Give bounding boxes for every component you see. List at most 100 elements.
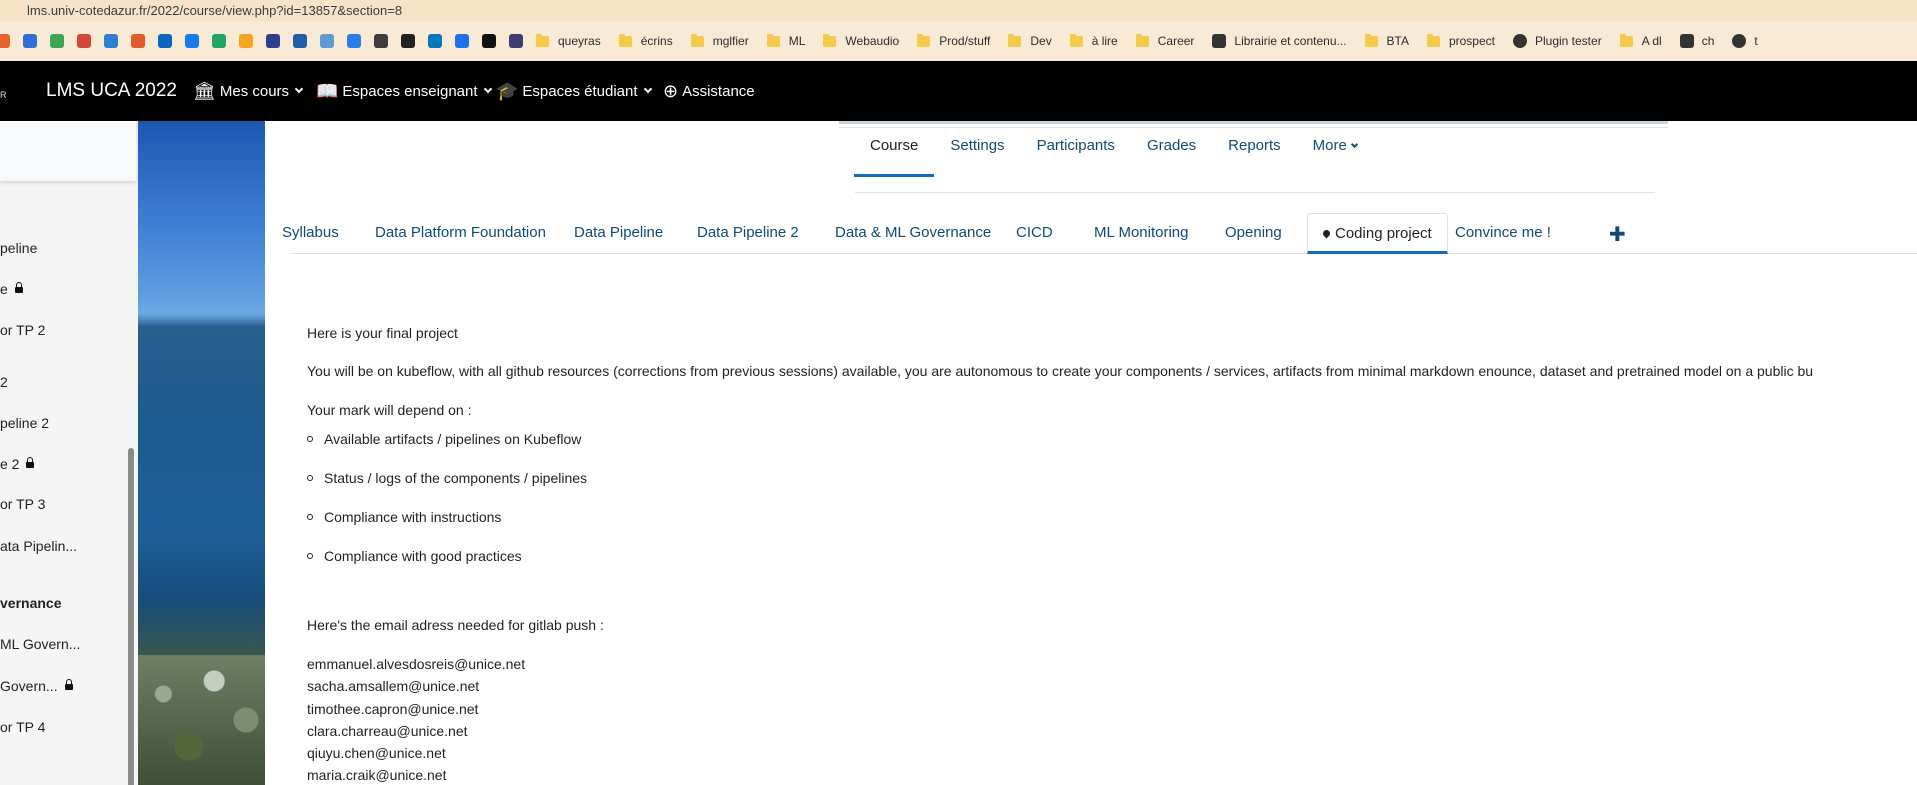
course-index-item[interactable]: 2 [0, 374, 8, 390]
bookmark-9[interactable]: Career [1135, 33, 1194, 48]
topic-tab[interactable]: Data & ML Governance [835, 213, 991, 254]
bookmark-icon-2[interactable] [23, 34, 37, 48]
secondary-tab-course[interactable]: Course [853, 121, 935, 177]
course-index-item[interactable]: vernance [0, 595, 61, 611]
bookmark-icon-9[interactable] [212, 34, 226, 48]
course-index-item[interactable]: e 2 [0, 456, 35, 472]
bookmark-icon-7[interactable] [158, 34, 172, 48]
course-index-item-label: Govern... [0, 678, 58, 694]
bank-icon: 🏛 [193, 80, 216, 101]
drawer-scrollbar[interactable] [128, 448, 134, 785]
main-region: Course Settings Participants Grades Reports M… [265, 121, 1917, 785]
bookmark-icon-4[interactable] [77, 34, 91, 48]
bookmark-15[interactable]: ch [1679, 34, 1714, 48]
bookmark-icon-16[interactable] [401, 34, 415, 48]
bookmark-icon-6[interactable] [131, 34, 145, 48]
site-brand[interactable]: LMS UCA 2022 [46, 80, 177, 102]
course-index-item[interactable]: ata Pipelin... [0, 538, 77, 554]
course-index-item-label: or TP 2 [0, 322, 46, 338]
folder-icon [766, 33, 780, 47]
lock-icon [26, 457, 35, 468]
topic-tab-label: Data Pipeline 2 [697, 224, 799, 241]
nav-espaces-enseignant[interactable]: 📖 Espaces enseignant [316, 80, 492, 102]
nav-assistance-label: Assistance [682, 82, 755, 100]
bookmark-icon-3[interactable] [50, 34, 64, 48]
bookmark-icon-15[interactable] [374, 34, 388, 48]
bookmark-2[interactable]: écrins [618, 33, 673, 48]
bookmark-icon-11[interactable] [266, 34, 280, 48]
criteria-text: Compliance with instructions [324, 509, 502, 525]
bookmark-icon-19[interactable] [482, 34, 496, 48]
nav-espaces-etudiant[interactable]: 🎓 Espaces étudiant [496, 81, 652, 102]
course-index-item[interactable]: peline [0, 240, 37, 256]
course-index-item-label: peline 2 [0, 415, 50, 431]
topic-tab[interactable]: Data Pipeline 2 [697, 213, 799, 254]
bookmark-icon-1[interactable] [0, 34, 10, 48]
course-index-drawer: peline e or TP 2 2 peline 2 e 2 or TP 3 ata Pip… [0, 121, 138, 785]
bookmark-icon-18[interactable] [455, 34, 469, 48]
topic-tab[interactable]: Data Pipeline [574, 213, 663, 254]
email-line: maria.craik@unice.net [307, 767, 447, 783]
bookmark-7[interactable]: Dev [1008, 33, 1052, 48]
course-index-item[interactable]: peline 2 [0, 415, 49, 431]
topic-tab[interactable]: Syllabus [282, 213, 339, 254]
course-index-item[interactable]: or TP 4 [0, 719, 45, 735]
book-icon: 📖 [316, 80, 339, 101]
criteria-text: Status / logs of the components / pipeli… [324, 470, 588, 486]
criteria-list-item: Available artifacts / pipelines on Kubef… [307, 431, 581, 447]
bookmark-3[interactable]: mglfier [690, 33, 749, 48]
bookmark-trailing[interactable]: t [1732, 34, 1758, 48]
bookmark-icon-10[interactable] [239, 34, 253, 48]
bookmark-10[interactable]: Librairie et contenu... [1212, 34, 1347, 48]
course-index-item[interactable]: Govern... [0, 678, 73, 694]
site-logo[interactable]: R [0, 91, 7, 100]
course-index-item[interactable]: ML Govern... [0, 636, 80, 652]
address-bar[interactable]: lms.univ-cotedazur.fr/2022/course/view.p… [0, 0, 1917, 21]
bookmark-1[interactable]: queyras [536, 33, 601, 48]
topic-tab[interactable]: Coding project [1307, 213, 1448, 254]
course-index-item-label: vernance [0, 595, 62, 611]
email-line: clara.charreau@unice.net [307, 723, 468, 739]
url-text[interactable]: lms.univ-cotedazur.fr/2022/course/view.p… [27, 3, 402, 18]
secondary-tab-participants[interactable]: Participants [1037, 121, 1115, 177]
topic-tab[interactable]: Opening [1225, 213, 1282, 254]
secondary-tab-grades[interactable]: Grades [1147, 121, 1196, 177]
topic-tab[interactable]: Convince me ! [1455, 213, 1551, 254]
bookmark-icon-13[interactable] [320, 34, 334, 48]
folder-icon [690, 33, 704, 47]
topic-tab[interactable]: CICD [1016, 213, 1053, 254]
bookmark-11[interactable]: BTA [1364, 33, 1409, 48]
course-index-item[interactable]: or TP 2 [0, 322, 45, 338]
bookmark-icon-17[interactable] [428, 34, 442, 48]
secondary-tab-settings[interactable]: Settings [950, 121, 1004, 177]
globe-icon [1732, 34, 1747, 48]
add-section-icon[interactable]: ✚ [1609, 222, 1626, 247]
bookmark-8[interactable]: à lire [1069, 33, 1118, 48]
bookmark-icon-5[interactable] [104, 34, 118, 48]
bookmark-icon-12[interactable] [293, 34, 307, 48]
bookmark-4[interactable]: ML [766, 33, 806, 48]
secondary-tab-reports[interactable]: Reports [1228, 121, 1281, 177]
bookmark-label: ML [788, 34, 806, 48]
bookmark-5[interactable]: Webaudio [823, 33, 899, 48]
bookmark-label: A dl [1641, 34, 1662, 48]
bookmark-icon-20[interactable] [509, 34, 523, 48]
bookmark-14[interactable]: A dl [1619, 33, 1662, 48]
bookmark-icon-14[interactable] [347, 34, 361, 48]
topic-tabs: Syllabus Data Platform Foundation Data Pip… [282, 213, 1917, 254]
bookmark-6[interactable]: Prod/stuff [917, 33, 990, 48]
criteria-text: Compliance with good practices [324, 548, 522, 564]
nav-mes-cours[interactable]: 🏛 Mes cours [193, 80, 304, 102]
map-marker-icon [1321, 228, 1332, 239]
course-index-item[interactable]: e [0, 281, 23, 297]
nav-assistance[interactable]: ⊕ Assistance [663, 81, 755, 102]
bookmark-label: mglfier [712, 34, 749, 48]
bookmark-icon-8[interactable] [185, 34, 199, 48]
bookmark-13[interactable]: Plugin tester [1512, 34, 1602, 48]
bookmarks-bar: queyras écrins mglfier ML Webaudio Prod/stuff… [0, 21, 1917, 61]
topic-tab[interactable]: Data Platform Foundation [375, 213, 546, 254]
course-index-item[interactable]: or TP 3 [0, 496, 45, 512]
topic-tab[interactable]: ML Monitoring [1094, 213, 1188, 254]
secondary-tab-more[interactable]: More [1313, 121, 1358, 177]
bookmark-12[interactable]: prospect [1426, 33, 1495, 48]
